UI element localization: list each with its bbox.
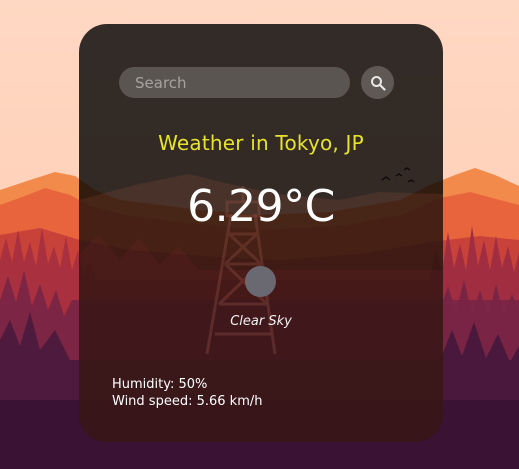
weather-description: Clear Sky [230,314,292,329]
search-button[interactable] [361,66,394,99]
weather-stats: Humidity: 50% Wind speed: 5.66 km/h [112,376,262,410]
search-input[interactable] [119,67,350,98]
search-bar [119,66,399,99]
wind-speed-text: Wind speed: 5.66 km/h [112,394,263,409]
temperature-value: 6.29°C [187,181,335,232]
magnifier-icon [370,75,386,91]
humidity-text: Humidity: 50% [112,377,208,392]
weather-card: Weather in Tokyo, JP 6.29°C Clear Sky Hu… [79,24,443,442]
location-title: Weather in Tokyo, JP [158,131,364,155]
weather-condition-icon [245,266,276,297]
